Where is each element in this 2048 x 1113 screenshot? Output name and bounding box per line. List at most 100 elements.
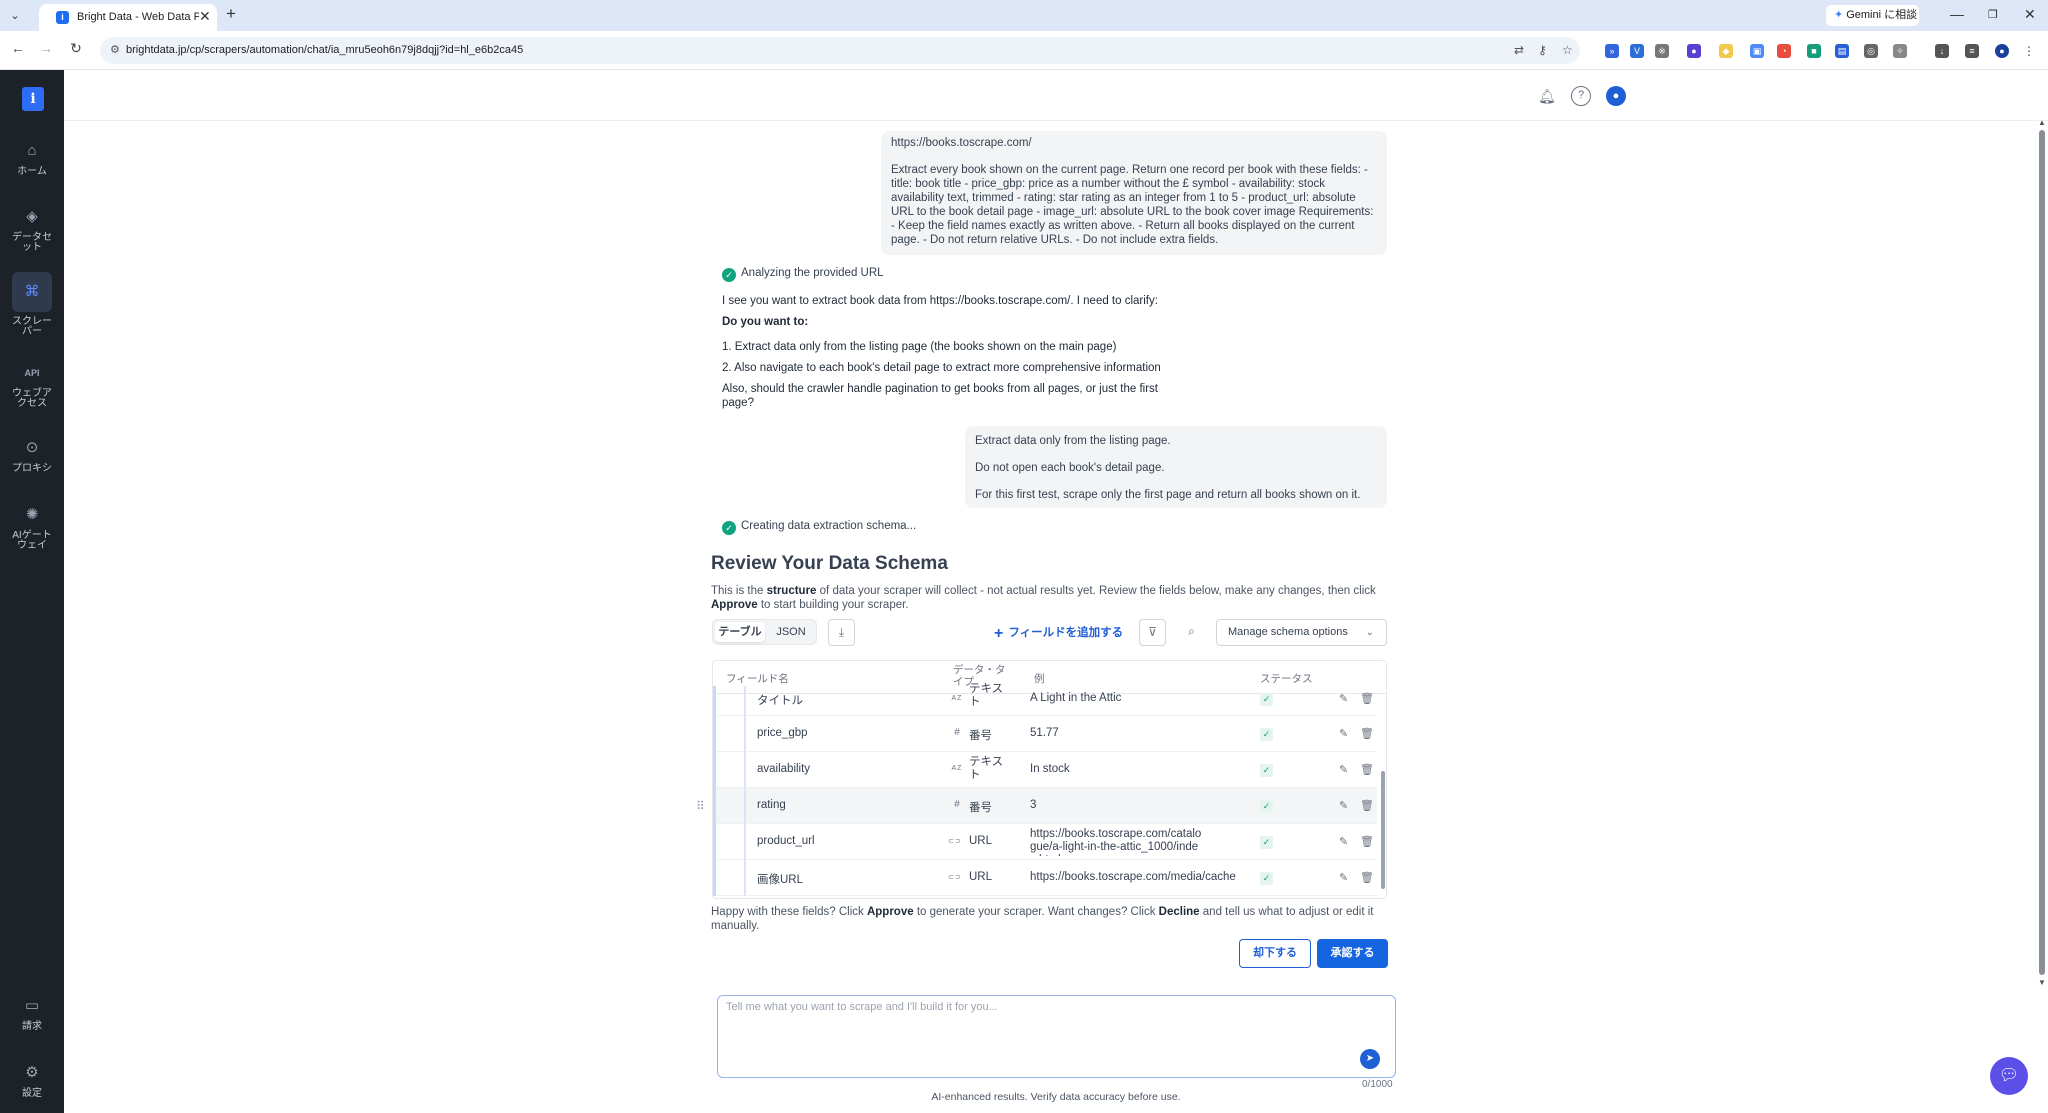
left-sidebar: i ⌂ ホーム ◈ データセット ⌘ スクレーパー API ウェブアクセス ⊙ …	[0, 70, 64, 1113]
table-row[interactable]: 画像URL ⊂⊃ URL https://books.toscrape.com/…	[713, 860, 1377, 896]
address-bar[interactable]: ⚙ brightdata.jp/cp/scrapers/automation/c…	[100, 37, 1580, 64]
edit-icon[interactable]: ✎	[1339, 799, 1348, 812]
table-row[interactable]: rating # 番号 3 ✓ ✎ 🗑︎	[713, 788, 1377, 824]
extension-icon-6[interactable]: ▣	[1750, 44, 1764, 58]
billing-icon: ▭	[24, 997, 40, 1014]
column-header-example: 例	[1034, 673, 1045, 685]
edit-icon[interactable]: ✎	[1339, 692, 1348, 705]
download-icon[interactable]: ↓	[1935, 44, 1949, 58]
tab-search-chevron-icon[interactable]: ⌄	[6, 7, 24, 25]
sidebar-item-billing[interactable]: ▭ 請求	[0, 995, 64, 1032]
status-check-icon: ✓	[1260, 872, 1273, 885]
extension-icon-1[interactable]: »	[1605, 44, 1619, 58]
sidebar-item-datasets[interactable]: ◈ データセット	[0, 206, 64, 253]
prompt-input[interactable]	[726, 1001, 1366, 1041]
support-chat-icon[interactable]: 💬︎	[1990, 1057, 2028, 1095]
extension-icon-9[interactable]: ▤	[1835, 44, 1849, 58]
sidebar-item-web-access[interactable]: API ウェブアクセス	[0, 362, 64, 409]
text-type-icon: AZ	[951, 695, 963, 702]
sidebar-item-label: プロキシ	[12, 463, 52, 474]
brightdata-logo[interactable]: i	[22, 87, 44, 111]
add-field-button[interactable]: + フィールドを追加する	[994, 624, 1123, 643]
close-window-icon[interactable]: ✕	[2024, 6, 2036, 23]
extension-icon-5[interactable]: ◆	[1719, 44, 1733, 58]
tab-json-view[interactable]: JSON	[768, 622, 814, 642]
sidebar-item-label: AIゲートウェイ	[12, 530, 52, 551]
browser-menu-icon[interactable]: ⋮	[2022, 44, 2036, 58]
restore-window-icon[interactable]: ❐	[1988, 8, 1998, 21]
sidebar-item-home[interactable]: ⌂ ホーム	[0, 140, 64, 177]
trash-icon[interactable]: 🗑︎	[1360, 727, 1374, 740]
translate-icon[interactable]: ⇄	[1514, 43, 1524, 57]
field-type: テキスト	[969, 756, 1004, 781]
brightdata-favicon-icon: i	[56, 11, 69, 24]
sidebar-item-ai-gateway[interactable]: ✺ AIゲートウェイ	[0, 504, 64, 551]
schema-title: Review Your Data Schema	[711, 553, 948, 574]
extension-icon-2[interactable]: V	[1630, 44, 1644, 58]
assistant-option-2: 2. Also navigate to each book's detail p…	[722, 362, 1161, 374]
table-row[interactable]: price_gbp # 番号 51.77 ✓ ✎ 🗑︎	[713, 716, 1377, 752]
browser-tab[interactable]: i Bright Data - Web Data Platform ✕	[39, 4, 217, 31]
trash-icon[interactable]: 🗑︎	[1360, 692, 1374, 705]
assistant-question: Do you want to:	[722, 316, 809, 328]
extensions-puzzle-icon[interactable]: ✧	[1893, 44, 1907, 58]
browser-toolbar: ← → ↻ ⚙ brightdata.jp/cp/scrapers/automa…	[0, 31, 2048, 70]
edit-icon[interactable]: ✎	[1339, 763, 1348, 776]
status-check-icon: ✓	[1260, 836, 1273, 849]
reload-icon[interactable]: ↻	[66, 40, 86, 57]
reading-list-icon[interactable]: ≡	[1965, 44, 1979, 58]
notification-bell-icon[interactable]: 🔔︎	[1537, 86, 1557, 106]
help-icon[interactable]: ?	[1571, 86, 1591, 106]
edit-icon[interactable]: ✎	[1339, 835, 1348, 848]
trash-icon[interactable]: 🗑︎	[1360, 871, 1374, 884]
status-check-icon: ✓	[1260, 800, 1273, 813]
back-arrow-icon[interactable]: ←	[8, 40, 28, 56]
new-tab-button[interactable]: +	[226, 4, 236, 24]
sidebar-item-scrapers[interactable]: ⌘ スクレーパー	[0, 272, 64, 337]
scroll-up-arrow-icon[interactable]: ▲	[2038, 118, 2046, 127]
tab-close-icon[interactable]: ✕	[199, 8, 211, 25]
assistant-intro: I see you want to extract book data from…	[722, 295, 1158, 307]
table-row[interactable]: availability AZ テキスト In stock ✓ ✎ 🗑︎	[713, 752, 1377, 788]
filter-icon[interactable]: ⊽	[1139, 619, 1166, 646]
download-icon[interactable]: ⤓	[828, 619, 855, 646]
table-row[interactable]: タイトル AZ テキスト A Light in the Attic ✓ ✎ 🗑︎	[713, 683, 1377, 722]
site-info-icon[interactable]: ⚙	[110, 43, 120, 56]
drag-handle-icon[interactable]: ⠿	[696, 799, 705, 813]
sidebar-item-proxies[interactable]: ⊙ プロキシ	[0, 437, 64, 474]
bookmark-star-icon[interactable]: ☆	[1562, 43, 1573, 57]
search-icon[interactable]: ⌕	[1178, 619, 1205, 646]
table-row[interactable]: product_url ⊂⊃ URL https://books.toscrap…	[713, 824, 1377, 860]
api-icon: API	[24, 368, 40, 378]
extension-icon-7[interactable]: ◔	[1777, 44, 1791, 58]
extension-icon-4[interactable]: ●	[1687, 44, 1701, 58]
extension-icon-3[interactable]: ※	[1655, 44, 1669, 58]
trash-icon[interactable]: 🗑︎	[1360, 799, 1374, 812]
approve-button[interactable]: 承認する	[1317, 939, 1388, 968]
trash-icon[interactable]: 🗑︎	[1360, 763, 1374, 776]
minimize-window-icon[interactable]: —	[1950, 6, 1964, 22]
extension-icon-10[interactable]: ◎	[1864, 44, 1878, 58]
decline-button[interactable]: 却下する	[1239, 939, 1311, 968]
send-icon[interactable]: ➤	[1360, 1049, 1380, 1069]
tab-table-view[interactable]: テーブル	[715, 622, 765, 642]
field-type: URL	[969, 835, 993, 847]
edit-icon[interactable]: ✎	[1339, 871, 1348, 884]
scroll-down-arrow-icon[interactable]: ▼	[2038, 978, 2046, 987]
trash-icon[interactable]: 🗑︎	[1360, 835, 1374, 848]
field-name: availability	[757, 763, 811, 775]
link-type-icon: ⊂⊃	[948, 838, 962, 845]
extension-icon-8[interactable]: ■	[1807, 44, 1821, 58]
password-key-icon[interactable]: ⚷	[1538, 43, 1547, 57]
forward-arrow-icon[interactable]: →	[36, 40, 56, 56]
profile-avatar-icon[interactable]: ●	[1995, 44, 2009, 58]
table-scrollbar[interactable]	[1381, 771, 1385, 889]
user-avatar-icon[interactable]: ●	[1606, 86, 1626, 106]
page-scrollbar[interactable]: ▲ ▼	[2036, 118, 2048, 988]
gemini-button-label: Gemini に相談	[1846, 9, 1918, 21]
edit-icon[interactable]: ✎	[1339, 727, 1348, 740]
manage-schema-options-select[interactable]: Manage schema options ⌄	[1216, 619, 1387, 646]
status-check-icon: ✓	[1260, 764, 1273, 777]
gemini-button[interactable]: ✦ Gemini に相談	[1826, 5, 1919, 26]
user-message-bubble: https://books.toscrape.com/ Extract ever…	[881, 131, 1387, 255]
